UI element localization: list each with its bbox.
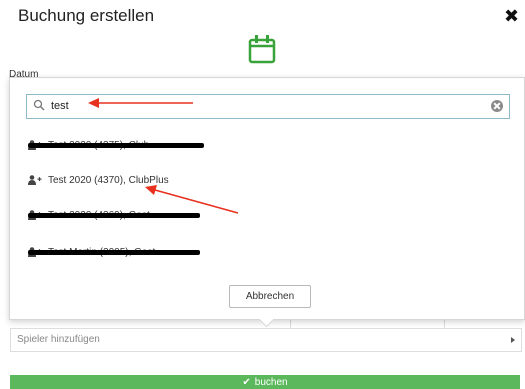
search-input[interactable] <box>51 96 471 116</box>
redaction-bar <box>28 213 200 218</box>
chevron-right-icon <box>511 337 515 343</box>
result-item[interactable]: Test 2020 (4375), Club <box>28 137 204 153</box>
result-item[interactable]: Test Martin (2005), Gast <box>28 244 200 260</box>
clear-icon[interactable] <box>491 100 503 112</box>
add-player-placeholder: Spieler hinzufügen <box>17 334 100 345</box>
book-button-label: buchen <box>254 376 288 388</box>
user-plus-icon <box>28 175 42 185</box>
cancel-button[interactable]: Abbrechen <box>229 285 311 308</box>
close-icon[interactable]: ✖ <box>504 6 519 27</box>
search-box[interactable] <box>26 94 510 119</box>
dialog-title: Buchung erstellen <box>18 6 155 25</box>
result-item-selected[interactable]: Test 2020 (4370), ClubPlus <box>28 172 169 188</box>
add-player-select[interactable]: Spieler hinzufügen <box>10 328 522 352</box>
player-search-dropdown: Test 2020 (4375), Club Test 2020 (4370),… <box>9 77 525 320</box>
calendar-icon <box>248 35 276 64</box>
result-item[interactable]: Test 2020 (4369), Gast <box>28 207 200 223</box>
redaction-bar <box>28 143 204 148</box>
book-button[interactable]: ✔ buchen <box>10 375 520 389</box>
search-icon <box>33 99 45 111</box>
result-label: Test 2020 (4370), ClubPlus <box>48 174 169 186</box>
check-icon: ✔ <box>242 376 251 388</box>
redaction-bar <box>28 250 200 255</box>
